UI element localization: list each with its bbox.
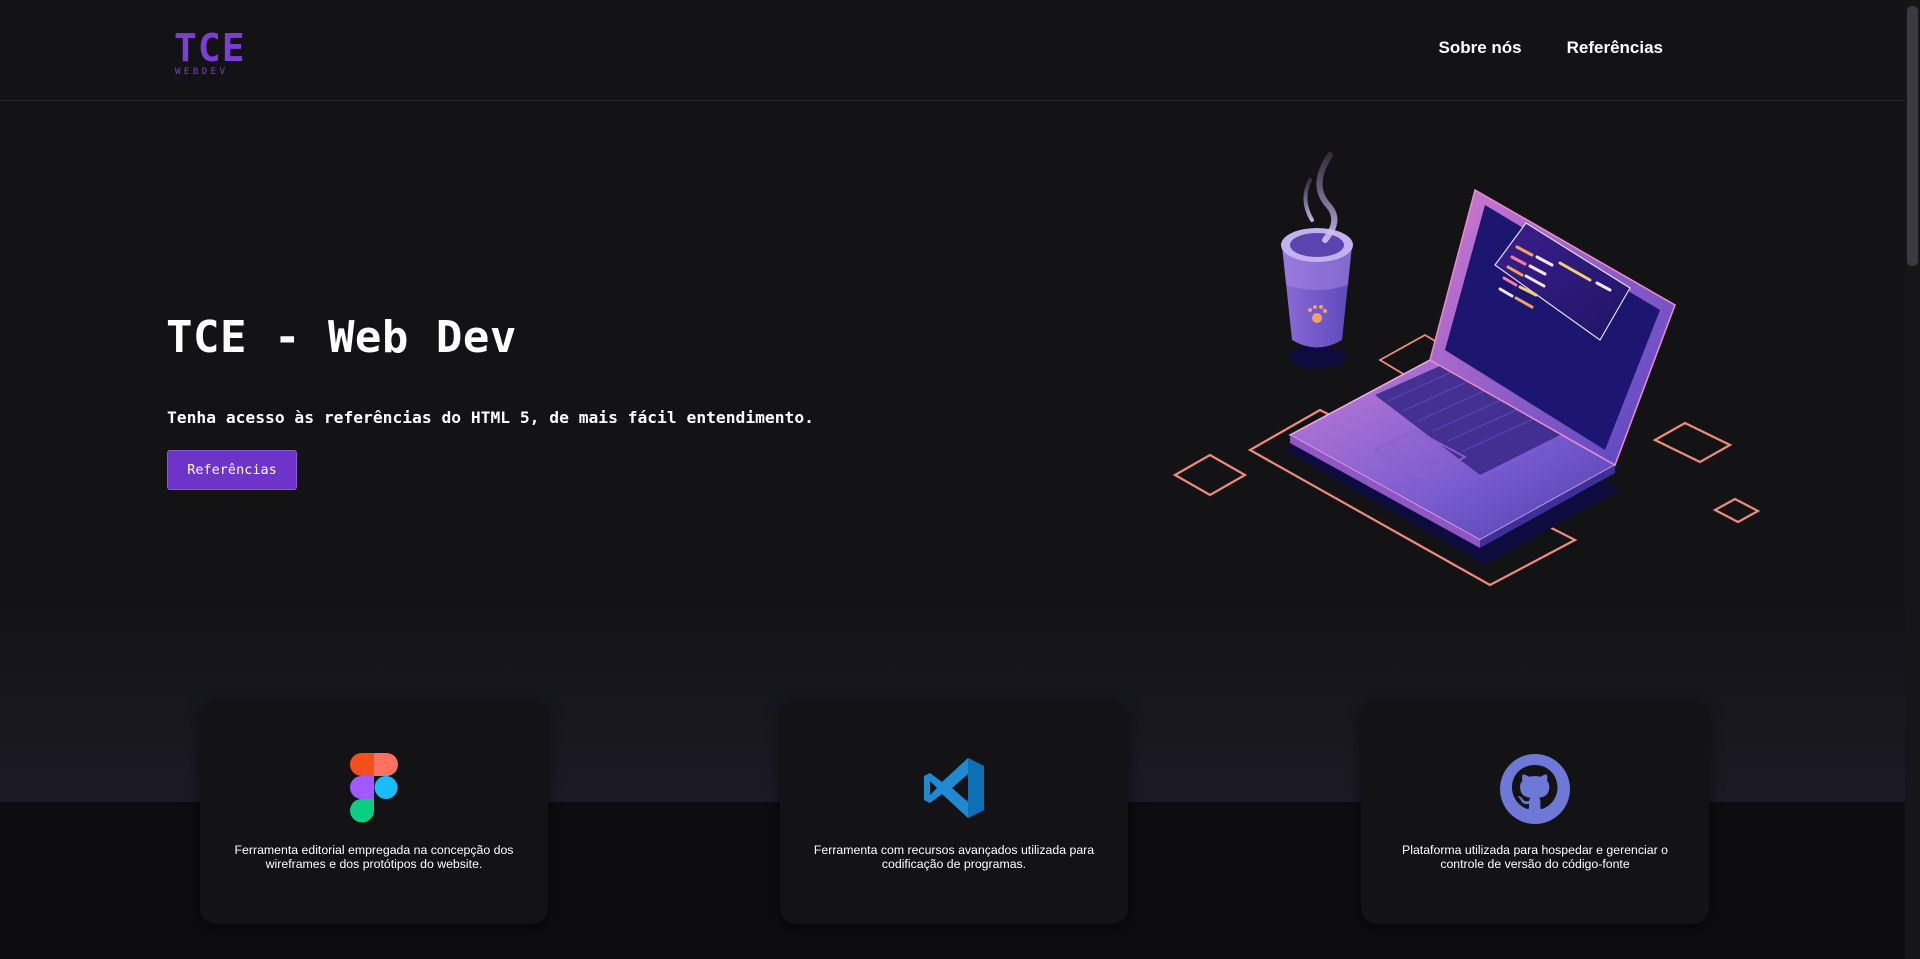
tool-card-github: Plataforma utilizada para hospedar e ger… (1361, 702, 1709, 924)
figma-icon (349, 752, 399, 829)
github-icon (1499, 753, 1571, 830)
tool-card-figma: Ferramenta editorial empregada na concep… (200, 702, 548, 924)
vscode-icon (922, 756, 986, 825)
main-nav: Sobre nós Referências (1438, 38, 1663, 58)
laptop-illustration (1172, 152, 1761, 587)
figma-description: Ferramenta editorial empregada na concep… (234, 843, 514, 871)
vscode-description: Ferramenta com recursos avançados utiliz… (813, 843, 1095, 871)
nav-link-sobre-nos[interactable]: Sobre nós (1438, 38, 1521, 58)
referencias-button[interactable]: Referências (167, 450, 297, 490)
scrollbar-thumb[interactable] (1907, 6, 1918, 266)
tool-card-vscode: Ferramenta com recursos avançados utiliz… (780, 702, 1128, 924)
page-scrollbar[interactable] (1905, 0, 1920, 959)
logo[interactable]: TCE WEBDEV (174, 26, 250, 77)
nav-link-referencias[interactable]: Referências (1567, 38, 1663, 58)
logo-title: TCE (174, 26, 246, 70)
hero-subtitle: Tenha acesso às referências do HTML 5, d… (167, 408, 814, 427)
hero-title: TCE - Web Dev (166, 312, 517, 363)
github-description: Plataforma utilizada para hospedar e ger… (1402, 843, 1668, 871)
site-header: TCE WEBDEV Sobre nós Referências (0, 0, 1905, 101)
